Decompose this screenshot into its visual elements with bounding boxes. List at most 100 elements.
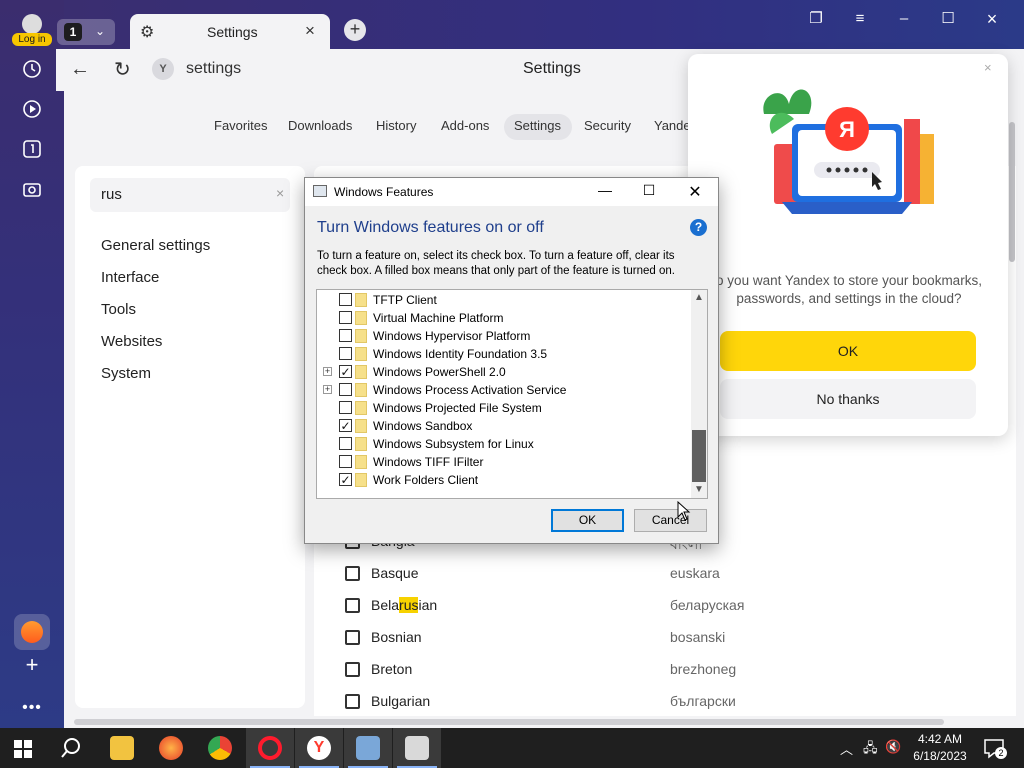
feature-row[interactable]: + ✓ Windows PowerShell 2.0	[317, 363, 691, 381]
ok-button[interactable]: OK	[551, 509, 624, 532]
nav-addons[interactable]: Add-ons	[441, 118, 489, 133]
feature-checkbox[interactable]	[339, 383, 352, 396]
feature-checkbox[interactable]: ✓	[339, 419, 352, 432]
bookmarks-icon[interactable]: ❐	[803, 8, 829, 30]
chrome-icon[interactable]	[208, 736, 232, 760]
popup-ok-button[interactable]: OK	[720, 331, 976, 371]
windows-features-app-icon[interactable]	[356, 736, 380, 760]
feature-row[interactable]: TFTP Client	[317, 291, 691, 309]
new-tab-button[interactable]: +	[344, 19, 366, 41]
nav-history[interactable]: History	[376, 118, 416, 133]
popup-no-thanks-button[interactable]: No thanks	[720, 379, 976, 419]
feature-row[interactable]: ✓ Windows Sandbox	[317, 417, 691, 435]
add-icon[interactable]: +	[20, 652, 44, 677]
feature-checkbox[interactable]	[339, 293, 352, 306]
cancel-button[interactable]: Cancel	[634, 509, 707, 532]
file-explorer-icon[interactable]	[110, 736, 134, 760]
scroll-up-icon[interactable]: ▲	[694, 292, 704, 303]
language-checkbox[interactable]	[345, 662, 360, 677]
feature-checkbox[interactable]: ✓	[339, 473, 352, 486]
nav-security[interactable]: Security	[584, 118, 631, 133]
clock-date[interactable]: 6/18/2023	[905, 749, 975, 763]
sidebar-item-system[interactable]: System	[101, 365, 151, 382]
firefox-icon[interactable]	[159, 736, 183, 760]
windows-start-icon[interactable]	[14, 740, 32, 763]
scrollbar-thumb[interactable]	[74, 719, 944, 725]
feature-row[interactable]: Virtual Machine Platform	[317, 309, 691, 327]
horizontal-scrollbar[interactable]	[64, 716, 1004, 728]
feature-checkbox[interactable]	[339, 347, 352, 360]
feature-checkbox[interactable]	[339, 455, 352, 468]
feature-row[interactable]: Windows Identity Foundation 3.5	[317, 345, 691, 363]
settings-search-input[interactable]	[101, 186, 251, 203]
close-dialog-icon[interactable]: ✕	[685, 182, 705, 202]
expand-icon[interactable]: +	[323, 367, 332, 376]
minimize-icon[interactable]: —	[595, 182, 615, 198]
expand-icon[interactable]: +	[323, 385, 332, 394]
feature-checkbox[interactable]	[339, 329, 352, 342]
close-window-icon[interactable]: ×	[979, 8, 1005, 30]
zen-app-icon[interactable]	[14, 614, 50, 650]
scroll-down-icon[interactable]: ▼	[694, 484, 704, 495]
search-icon[interactable]	[60, 737, 82, 764]
user-avatar-icon[interactable]	[22, 14, 42, 34]
nav-favorites[interactable]: Favorites	[214, 118, 267, 133]
features-scrollbar[interactable]: ▲ ▼	[691, 290, 707, 498]
back-arrow-icon[interactable]: ←	[70, 58, 90, 81]
history-clock-icon[interactable]	[20, 57, 44, 81]
feature-checkbox[interactable]	[339, 401, 352, 414]
folder-icon	[355, 473, 367, 487]
sidebar-item-interface[interactable]: Interface	[101, 269, 159, 286]
minimize-icon[interactable]: –	[891, 8, 917, 30]
feature-row[interactable]: Windows Projected File System	[317, 399, 691, 417]
nav-yandex[interactable]: Yande	[654, 118, 691, 133]
windows-features-dialog: Windows Features — ☐ ✕ Turn Windows feat…	[304, 177, 719, 544]
screenshot-camera-icon[interactable]	[20, 177, 44, 201]
nav-settings[interactable]: Settings	[514, 118, 561, 133]
scrollbar-thumb[interactable]	[1009, 122, 1015, 262]
feature-row[interactable]: Windows Subsystem for Linux	[317, 435, 691, 453]
clock-time[interactable]: 4:42 AM	[905, 732, 975, 746]
feature-row[interactable]: Windows Hypervisor Platform	[317, 327, 691, 345]
nav-downloads[interactable]: Downloads	[288, 118, 352, 133]
tab-counter-icon[interactable]	[20, 137, 44, 161]
feature-row[interactable]: Windows TIFF IFilter	[317, 453, 691, 471]
language-checkbox[interactable]	[345, 598, 360, 613]
close-tab-icon[interactable]: ×	[305, 21, 315, 41]
language-checkbox[interactable]	[345, 694, 360, 709]
feature-row[interactable]: + Windows Process Activation Service	[317, 381, 691, 399]
notifications-icon[interactable]: 2	[983, 737, 1007, 759]
dialog-titlebar[interactable]: Windows Features — ☐ ✕	[305, 178, 718, 206]
language-checkbox[interactable]	[345, 566, 360, 581]
close-popup-icon[interactable]: ×	[984, 60, 992, 75]
maximize-icon[interactable]: ☐	[935, 8, 961, 30]
archive-app-icon[interactable]	[405, 736, 429, 760]
sidebar-item-websites[interactable]: Websites	[101, 333, 162, 350]
reload-icon[interactable]: ↻	[114, 57, 131, 82]
sidebar-item-general[interactable]: General settings	[101, 237, 210, 254]
feature-row[interactable]: ✓ Work Folders Client	[317, 471, 691, 489]
help-icon[interactable]: ?	[690, 219, 707, 236]
maximize-icon[interactable]: ☐	[639, 182, 659, 199]
language-checkbox[interactable]	[345, 630, 360, 645]
play-circle-icon[interactable]	[20, 97, 44, 121]
address-input[interactable]: settings	[186, 60, 241, 78]
yandex-site-icon: Y	[152, 58, 174, 80]
opera-icon[interactable]	[258, 736, 282, 760]
network-icon[interactable]: 🖧	[863, 739, 878, 761]
sidebar-item-tools[interactable]: Tools	[101, 301, 136, 318]
feature-checkbox[interactable]	[339, 437, 352, 450]
menu-icon[interactable]: ≡	[847, 8, 873, 30]
tab-settings[interactable]: ⚙ Settings ×	[130, 14, 330, 49]
clear-search-icon[interactable]: ×	[276, 185, 284, 201]
feature-checkbox[interactable]: ✓	[339, 365, 352, 378]
yandex-browser-icon[interactable]: Y	[307, 736, 331, 760]
tray-chevron-up-icon[interactable]: ︿	[840, 739, 853, 758]
volume-muted-icon[interactable]: 🔇	[885, 739, 901, 755]
feature-checkbox[interactable]	[339, 311, 352, 324]
scrollbar-thumb[interactable]	[692, 430, 706, 482]
feature-label: Windows Identity Foundation 3.5	[373, 347, 548, 361]
login-label[interactable]: Log in	[12, 33, 52, 46]
more-dots-icon[interactable]: •••	[20, 696, 44, 720]
tab-count-button[interactable]: 1 ⌄	[57, 19, 115, 45]
